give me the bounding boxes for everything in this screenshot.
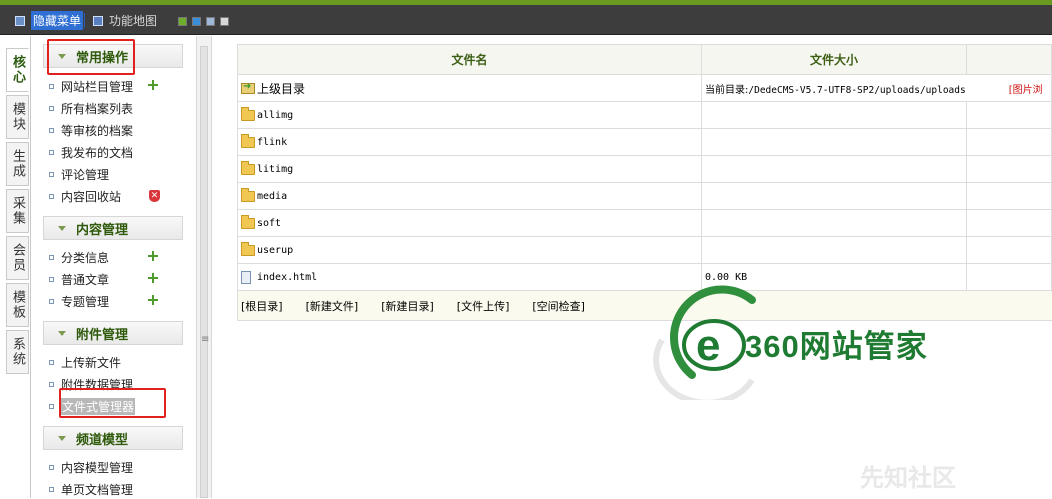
add-icon[interactable]	[147, 79, 159, 91]
new-dir-link[interactable]: [新建目录]	[381, 298, 434, 314]
col-filesize[interactable]: 文件大小	[701, 44, 967, 75]
image-view-link[interactable]: [图片浏	[966, 85, 1043, 96]
folder-link[interactable]: litimg	[238, 160, 701, 175]
bullet-icon	[49, 359, 54, 365]
menu-item-column-manage[interactable]: 网站栏目管理	[49, 76, 133, 96]
tab-generate[interactable]: 生成	[6, 142, 29, 186]
highlight-box	[59, 388, 166, 418]
top-toolbar: 隐藏菜单 功能地图	[0, 5, 1052, 35]
tab-system[interactable]: 系统	[6, 330, 29, 374]
new-file-link[interactable]: [新建文件]	[306, 298, 359, 314]
bullet-icon	[49, 276, 54, 282]
table-row: litimg	[237, 155, 1052, 183]
theme-green-swatch[interactable]	[178, 17, 187, 26]
side-menu: 常用操作 网站栏目管理 所有档案列表 等审核的档案 我发布的文档 评论管理 内容…	[30, 36, 188, 498]
svg-text:e: e	[696, 321, 720, 370]
col-filename[interactable]: 文件名	[237, 44, 702, 75]
table-row: soft	[237, 209, 1052, 237]
folder-icon	[241, 106, 255, 121]
menu-item-comments[interactable]: 评论管理	[49, 164, 109, 184]
folder-icon	[241, 214, 255, 229]
folder-link[interactable]: userup	[238, 241, 701, 256]
tab-templates[interactable]: 模板	[6, 283, 29, 327]
collapse-icon	[58, 435, 66, 441]
menu-item-topics[interactable]: 专题管理	[49, 291, 109, 311]
bullet-icon	[49, 381, 54, 387]
folder-icon	[241, 241, 255, 256]
highlight-box	[47, 39, 135, 75]
folder-icon	[241, 133, 255, 148]
folder-link[interactable]: soft	[238, 214, 701, 229]
folder-icon	[241, 187, 255, 202]
space-check-link[interactable]: [空间检查]	[532, 298, 585, 314]
menu-item-articles[interactable]: 普通文章	[49, 269, 109, 289]
clear-icon[interactable]: ✕	[149, 190, 160, 202]
table-row: flink	[237, 128, 1052, 156]
menu-item-classified[interactable]: 分类信息	[49, 247, 109, 267]
bullet-icon	[49, 83, 54, 89]
upload-file-link[interactable]: [文件上传]	[457, 298, 510, 314]
panel-splitter[interactable]: ≡	[196, 36, 212, 498]
bullet-icon	[49, 127, 54, 133]
bullet-icon	[49, 298, 54, 304]
vertical-tab-bar: 核心 模块 生成 采集 会员 模板 系统	[6, 48, 30, 377]
bullet-icon	[49, 486, 54, 492]
toolbar-divider	[84, 13, 85, 28]
bullet-icon	[49, 464, 54, 470]
col-extra	[966, 44, 1052, 75]
menu-item-pending-archives[interactable]: 等审核的档案	[49, 120, 133, 140]
parent-folder-icon	[241, 81, 255, 94]
table-header-row: 文件名 文件大小	[237, 44, 1052, 75]
tab-members[interactable]: 会员	[6, 236, 29, 280]
current-dir: 当前目录:/DedeCMS-V5.7-UTF8-SP2/uploads/uplo…	[705, 84, 1043, 96]
collapse-icon	[58, 330, 66, 336]
theme-lightblue-swatch[interactable]	[206, 17, 215, 26]
theme-blue-swatch[interactable]	[192, 17, 201, 26]
add-icon[interactable]	[147, 250, 159, 262]
theme-gray-swatch[interactable]	[220, 17, 229, 26]
menu-item-upload-file[interactable]: 上传新文件	[49, 352, 121, 372]
menu-item-all-archives[interactable]: 所有档案列表	[49, 98, 133, 118]
table-row: 上级目录 当前目录:/DedeCMS-V5.7-UTF8-SP2/uploads…	[237, 74, 1052, 102]
tab-modules[interactable]: 模块	[6, 95, 29, 139]
section-content-manage[interactable]: 内容管理	[43, 216, 183, 240]
bullet-icon	[49, 254, 54, 260]
folder-icon	[241, 160, 255, 175]
folder-link[interactable]: allimg	[238, 106, 701, 121]
bullet-icon	[49, 193, 54, 199]
menu-item-my-documents[interactable]: 我发布的文档	[49, 142, 133, 162]
hide-menu-button[interactable]: 隐藏菜单	[15, 11, 84, 30]
menu-item-content-model[interactable]: 内容模型管理	[49, 457, 133, 477]
grid-icon	[93, 15, 103, 26]
menu-item-recycle-bin[interactable]: 内容回收站	[49, 186, 121, 206]
bullet-icon	[49, 149, 54, 155]
tab-collect[interactable]: 采集	[6, 189, 29, 233]
table-row: allimg	[237, 101, 1052, 129]
collapse-icon	[58, 225, 66, 231]
section-attachment-manage[interactable]: 附件管理	[43, 321, 183, 345]
bullet-icon	[49, 171, 54, 177]
bullet-icon	[49, 105, 54, 111]
parent-dir-link[interactable]: 上级目录	[238, 80, 701, 97]
watermark-site: 先知社区	[860, 464, 956, 492]
bullet-icon	[49, 403, 54, 409]
menu-item-single-page[interactable]: 单页文档管理	[49, 479, 133, 499]
watermark-text: 360网站管家	[745, 329, 928, 364]
hide-menu-icon	[15, 15, 25, 26]
file-link[interactable]: index.html	[238, 270, 701, 284]
root-dir-link[interactable]: [根目录]	[241, 298, 283, 314]
add-icon[interactable]	[147, 294, 159, 306]
table-row: userup	[237, 236, 1052, 264]
folder-link[interactable]: flink	[238, 133, 701, 148]
folder-link[interactable]: media	[238, 187, 701, 202]
table-row: media	[237, 182, 1052, 210]
scrollbar[interactable]	[200, 46, 208, 498]
file-icon	[241, 270, 251, 284]
add-icon[interactable]	[147, 272, 159, 284]
grip-icon[interactable]: ≡	[201, 334, 209, 345]
tab-core[interactable]: 核心	[6, 48, 29, 92]
site-map-button[interactable]: 功能地图	[93, 12, 157, 29]
section-channel-model[interactable]: 频道模型	[43, 426, 183, 450]
